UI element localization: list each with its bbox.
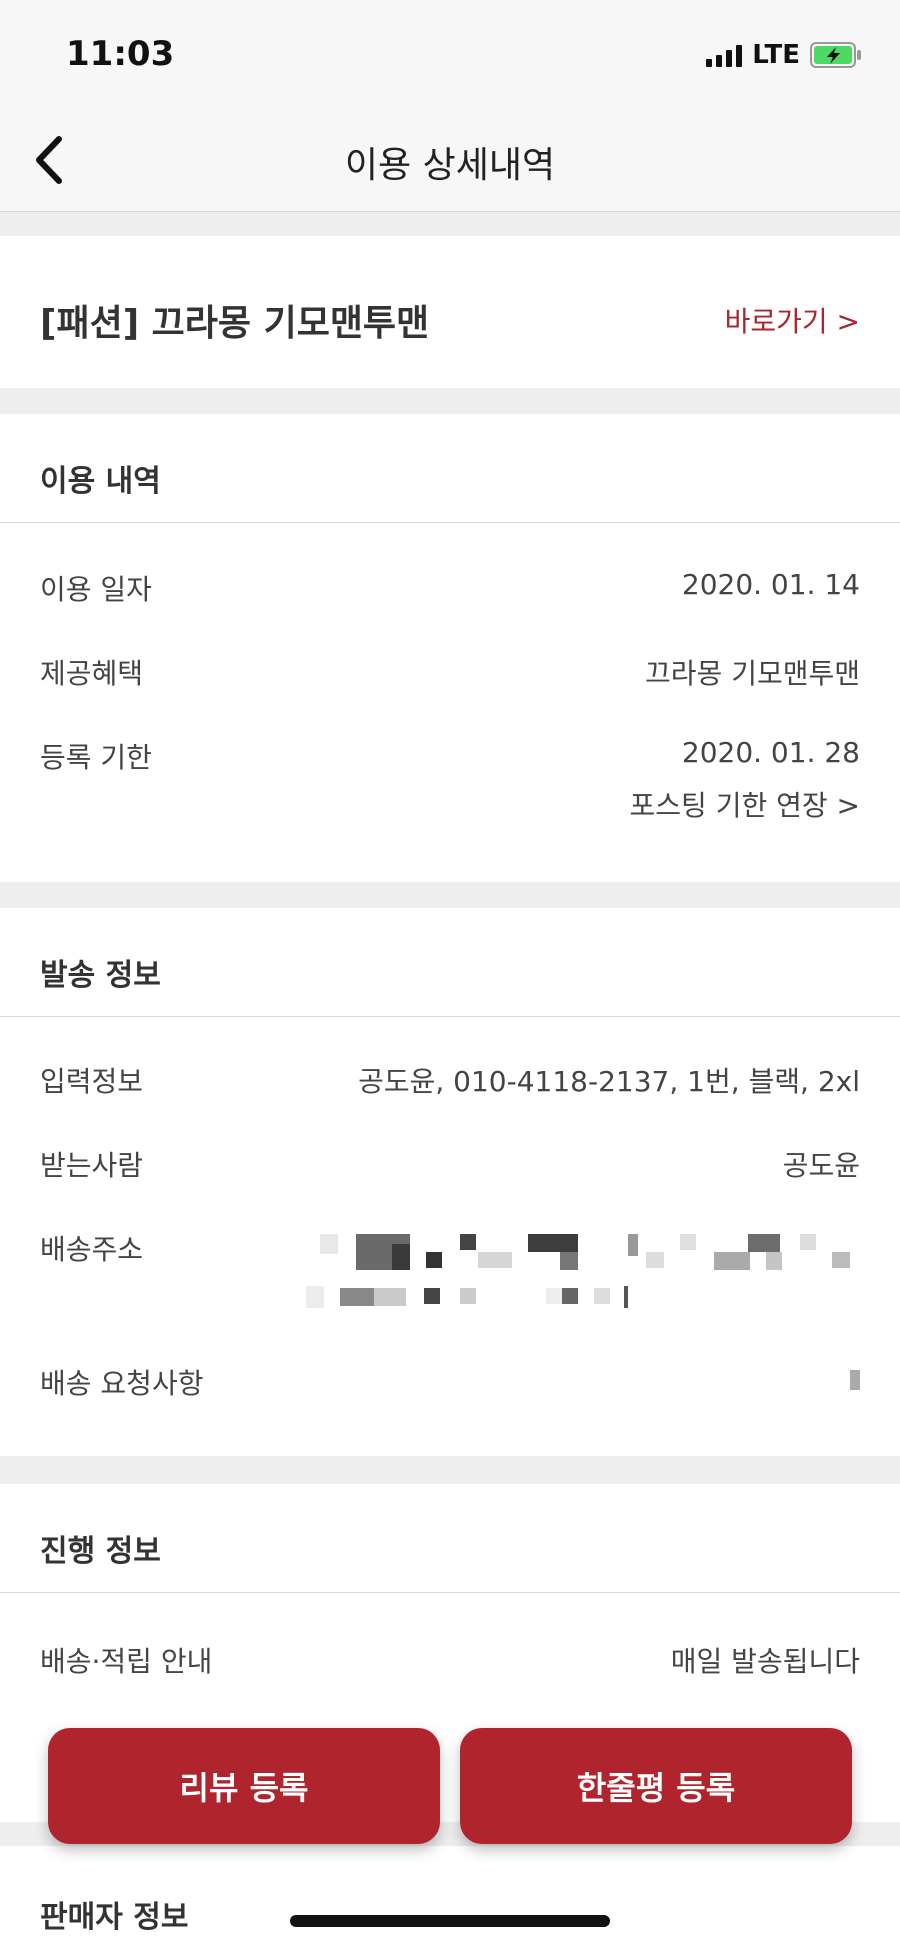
- divider: [0, 522, 900, 523]
- product-card: [패션] 끄라몽 기모맨투맨 바로가기 >: [0, 236, 900, 388]
- seller-section: 판매자 정보: [0, 1846, 900, 1949]
- delivery-info-label: 배송·적립 안내: [40, 1645, 213, 1678]
- extend-posting-link[interactable]: 포스팅 기한 연장 >: [630, 784, 860, 824]
- input-info-label: 입력정보: [40, 1065, 144, 1098]
- progress-section-title: 진행 정보: [40, 1534, 161, 1569]
- home-indicator: [290, 1915, 610, 1927]
- input-info-value: 공도윤, 010-4118-2137, 1번, 블랙, 2xl: [358, 1065, 860, 1098]
- registration-deadline-value: 2020. 01. 28: [681, 736, 860, 769]
- shipping-section: 발송 정보 입력정보 공도윤, 010-4118-2137, 1번, 블랙, 2…: [0, 908, 900, 1456]
- benefit-label: 제공혜택: [40, 657, 144, 690]
- product-shortcut-link[interactable]: 바로가기 >: [725, 300, 860, 340]
- signal-bars-icon: [706, 43, 743, 67]
- usage-section: 이용 내역 이용 일자 2020. 01. 14 제공혜택 끄라몽 기모맨투맨 …: [0, 414, 900, 882]
- battery-charging-icon: [810, 42, 862, 68]
- status-bar: 11:03 LTE: [0, 0, 900, 110]
- recipient-label: 받는사람: [40, 1149, 144, 1182]
- registration-deadline-label: 등록 기한: [40, 741, 152, 774]
- shipping-address-label: 배송주소: [40, 1233, 144, 1266]
- delivery-request-label: 배송 요청사항: [40, 1367, 204, 1400]
- page-title: 이용 상세내역: [344, 145, 556, 186]
- recipient-value: 공도윤: [782, 1149, 860, 1182]
- action-bar: 리뷰 등록 한줄평 등록: [0, 1728, 900, 1848]
- status-time: 11:03: [66, 34, 175, 74]
- oneline-review-register-button[interactable]: 한줄평 등록: [460, 1728, 852, 1844]
- review-register-button[interactable]: 리뷰 등록: [48, 1728, 440, 1844]
- usage-date-value: 2020. 01. 14: [681, 568, 860, 601]
- navbar: 이용 상세내역: [0, 110, 900, 212]
- status-indicators: LTE: [706, 40, 862, 70]
- delivery-info-value: 매일 발송됩니다: [670, 1645, 860, 1678]
- seller-section-title: 판매자 정보: [40, 1900, 189, 1935]
- divider: [0, 1016, 900, 1017]
- shipping-section-title: 발송 정보: [40, 958, 161, 993]
- divider: [0, 1592, 900, 1593]
- network-label: LTE: [752, 40, 800, 70]
- product-title: [패션] 끄라몽 기모맨투맨: [40, 303, 430, 344]
- benefit-value: 끄라몽 기모맨투맨: [645, 657, 860, 690]
- usage-date-label: 이용 일자: [40, 573, 152, 606]
- usage-section-title: 이용 내역: [40, 464, 161, 499]
